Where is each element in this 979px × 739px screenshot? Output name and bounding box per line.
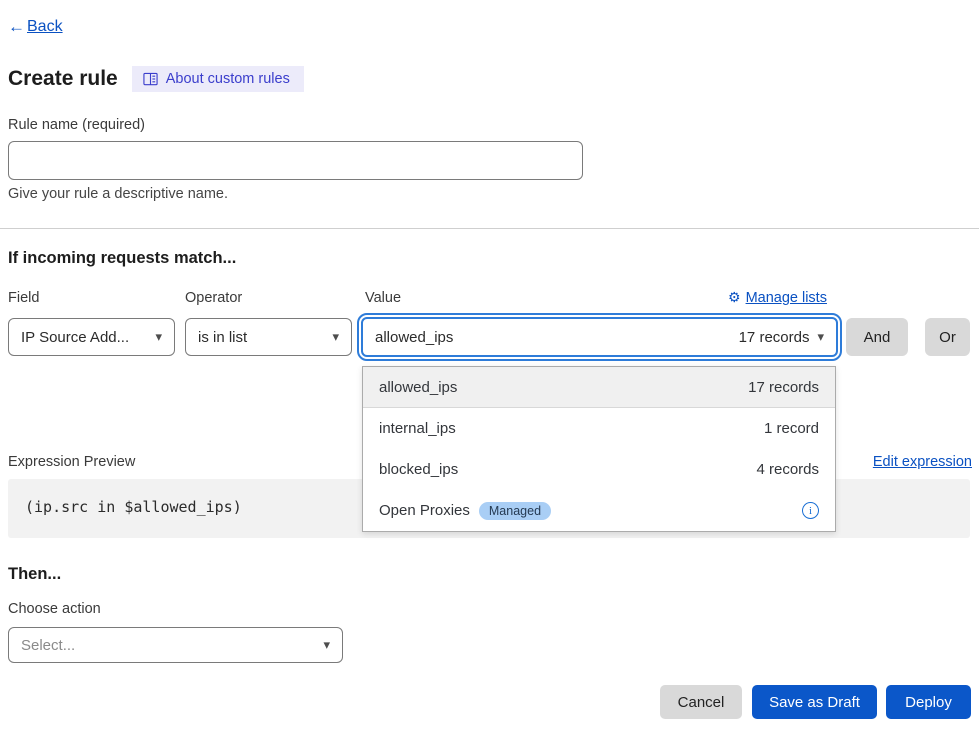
list-item-record-count: 4 records	[756, 461, 819, 478]
list-item-name: internal_ips	[379, 420, 456, 437]
back-arrow-icon: ←	[8, 17, 25, 37]
list-item-name: Open Proxies	[379, 502, 470, 519]
list-dropdown-panel: allowed_ips 17 records internal_ips 1 re…	[362, 366, 836, 532]
chevron-down-icon: ▾	[323, 637, 330, 653]
list-item-record-count: 1 record	[764, 420, 819, 437]
back-link[interactable]: ← Back	[8, 17, 63, 37]
list-item-name: allowed_ips	[379, 379, 457, 396]
value-select-selected-meta: 17 records	[739, 329, 810, 346]
list-item-internal-ips[interactable]: internal_ips 1 record	[363, 408, 835, 449]
section-divider	[0, 228, 979, 229]
manage-lists-label[interactable]: Manage lists	[746, 290, 827, 306]
choose-action-label: Choose action	[8, 601, 101, 617]
edit-expression-link[interactable]: Edit expression	[873, 454, 972, 470]
then-section-heading: Then...	[8, 565, 61, 584]
page-title: Create rule	[8, 67, 118, 91]
expression-code: (ip.src in $allowed_ips)	[25, 498, 242, 516]
manage-lists-link[interactable]: ⚙ Manage lists	[728, 289, 827, 306]
list-item-record-count: 17 records	[748, 379, 819, 396]
operator-column-label: Operator	[185, 290, 242, 306]
match-section-heading: If incoming requests match...	[8, 249, 236, 268]
value-select[interactable]: allowed_ips 17 records ▾	[361, 317, 838, 357]
info-icon[interactable]: i	[802, 502, 819, 519]
title-row: Create rule About custom rules	[8, 66, 304, 92]
operator-select[interactable]: is in list ▾	[185, 318, 352, 356]
deploy-button[interactable]: Deploy	[886, 685, 971, 719]
field-select[interactable]: IP Source Add... ▾	[8, 318, 175, 356]
and-button[interactable]: And	[846, 318, 908, 356]
about-custom-rules-label: About custom rules	[166, 71, 290, 87]
field-column-label: Field	[8, 290, 39, 306]
gear-icon: ⚙	[728, 289, 741, 306]
managed-badge: Managed	[479, 502, 551, 520]
or-button[interactable]: Or	[925, 318, 970, 356]
value-column-label: Value	[365, 290, 401, 306]
about-custom-rules-badge[interactable]: About custom rules	[132, 66, 304, 92]
list-item-name: blocked_ips	[379, 461, 458, 478]
list-item-allowed-ips[interactable]: allowed_ips 17 records	[363, 367, 835, 408]
chevron-down-icon: ▾	[817, 329, 824, 345]
create-rule-page: ← Back Create rule About custom rules Ru…	[0, 0, 979, 739]
value-select-focus-ring: allowed_ips 17 records ▾	[357, 313, 842, 361]
rule-name-label: Rule name (required)	[8, 117, 145, 133]
rule-name-input[interactable]	[8, 141, 583, 180]
action-select-placeholder: Select...	[21, 637, 75, 654]
chevron-down-icon: ▾	[155, 329, 162, 345]
list-item-blocked-ips[interactable]: blocked_ips 4 records	[363, 449, 835, 490]
save-as-draft-button[interactable]: Save as Draft	[752, 685, 877, 719]
list-item-open-proxies[interactable]: Open Proxies Managed i	[363, 490, 835, 531]
chevron-down-icon: ▾	[332, 329, 339, 345]
book-icon	[143, 72, 158, 86]
cancel-button[interactable]: Cancel	[660, 685, 742, 719]
action-select[interactable]: Select... ▾	[8, 627, 343, 663]
expression-preview-label: Expression Preview	[8, 454, 135, 470]
back-link-label[interactable]: Back	[27, 18, 63, 36]
operator-select-value: is in list	[198, 329, 247, 346]
value-select-selected-name: allowed_ips	[375, 329, 453, 346]
rule-name-help-text: Give your rule a descriptive name.	[8, 186, 228, 202]
field-select-value: IP Source Add...	[21, 329, 129, 346]
